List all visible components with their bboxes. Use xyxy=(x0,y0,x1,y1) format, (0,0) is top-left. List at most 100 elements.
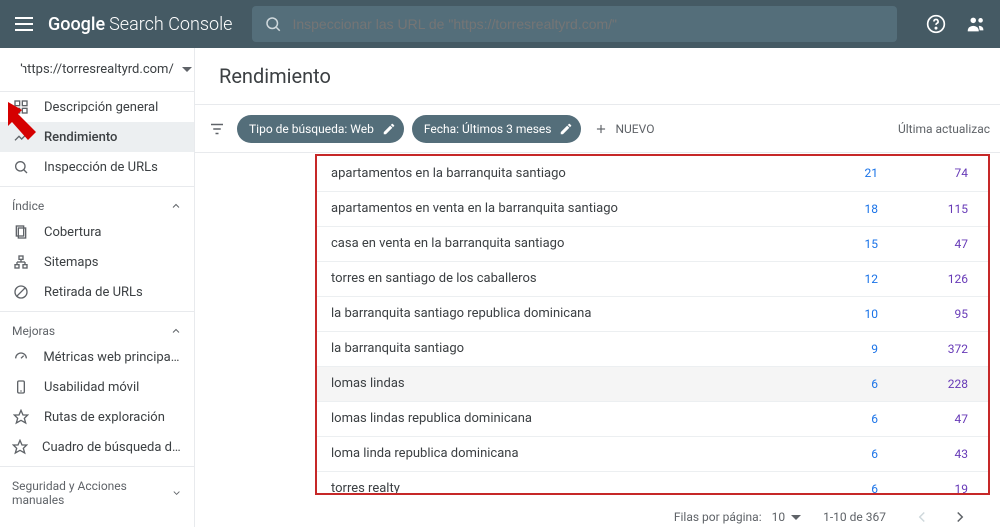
pager-next-button[interactable] xyxy=(946,503,974,527)
sidebar-item-coverage[interactable]: Cobertura xyxy=(0,217,194,247)
sidebar-item-label: Inspección de URLs xyxy=(44,160,158,175)
rows-per-page-label: Filas por página: xyxy=(674,510,762,524)
impressions-cell: 47 xyxy=(898,401,988,436)
pencil-icon xyxy=(559,122,573,136)
chevron-down-icon xyxy=(791,515,801,520)
table-row[interactable]: la barranquita santiago9372 xyxy=(317,331,988,366)
sidebar-item-label: Retirada de URLs xyxy=(44,285,143,300)
impressions-cell: 115 xyxy=(898,191,988,226)
table-row[interactable]: casa en venta en la barranquita santiago… xyxy=(317,226,988,261)
performance-icon xyxy=(12,128,30,146)
chip-label: Tipo de búsqueda: Web xyxy=(249,122,374,136)
search-icon xyxy=(12,158,30,176)
app-header: Google Search Console xyxy=(0,0,1000,48)
mobile-icon xyxy=(12,378,30,396)
clicks-cell: 6 xyxy=(808,401,898,436)
search-input[interactable] xyxy=(292,16,885,32)
table-row[interactable]: la barranquita santiago republica domini… xyxy=(317,296,988,331)
chevron-up-icon xyxy=(170,200,182,212)
content-area: apartamentos en la barranquita santiago2… xyxy=(195,153,1000,527)
page-title: Rendimiento xyxy=(195,48,1000,105)
chip-search-type[interactable]: Tipo de búsqueda: Web xyxy=(237,115,404,143)
sidebar-item-overview[interactable]: Descripción general xyxy=(0,92,194,122)
clicks-cell: 6 xyxy=(808,436,898,471)
sidebar-item-url-inspection[interactable]: Inspección de URLs xyxy=(0,152,194,182)
filters-bar: Tipo de búsqueda: Web Fecha: Últimos 3 m… xyxy=(195,105,1000,153)
clicks-cell: 18 xyxy=(808,191,898,226)
impressions-cell: 126 xyxy=(898,261,988,296)
sidebar-item-breadcrumbs[interactable]: Rutas de exploración xyxy=(0,402,194,432)
query-cell: casa en venta en la barranquita santiago xyxy=(317,226,808,261)
menu-icon[interactable] xyxy=(12,12,36,36)
sidebar-item-core-web-vitals[interactable]: Métricas web principales xyxy=(0,342,194,372)
sitemaps-icon xyxy=(12,253,30,271)
breadcrumb-icon xyxy=(12,408,30,426)
searchbox-icon xyxy=(12,438,28,456)
impressions-cell: 47 xyxy=(898,226,988,261)
sidebar-item-label: Usabilidad móvil xyxy=(44,380,139,395)
sidebar-item-label: Cuadro de búsqueda de enlaces de sitio xyxy=(42,440,182,455)
sidebar-item-sitelinks-searchbox[interactable]: Cuadro de búsqueda de enlaces de sitio xyxy=(0,432,194,462)
filter-icon[interactable] xyxy=(205,117,229,141)
chevron-up-icon xyxy=(170,325,182,337)
rows-per-page-select[interactable]: 10 xyxy=(772,510,802,524)
section-index[interactable]: Índice xyxy=(0,191,194,217)
query-cell: apartamentos en la barranquita santiago xyxy=(317,156,808,191)
sidebar: https://torresrealtyrd.com/ Descripción … xyxy=(0,48,195,527)
sidebar-item-mobile-usability[interactable]: Usabilidad móvil xyxy=(0,372,194,402)
impressions-cell: 74 xyxy=(898,156,988,191)
table-pager: Filas por página: 10 1-10 de 367 xyxy=(315,495,990,527)
brand-logo: Google Search Console xyxy=(48,14,232,35)
table-row[interactable]: lomas lindas republica dominicana647 xyxy=(317,401,988,436)
users-icon[interactable] xyxy=(964,12,988,36)
impressions-cell: 43 xyxy=(898,436,988,471)
sidebar-item-sitemaps[interactable]: Sitemaps xyxy=(0,247,194,277)
pager-prev-button[interactable] xyxy=(908,503,936,527)
table-row[interactable]: torres en santiago de los caballeros1212… xyxy=(317,261,988,296)
query-cell: lomas lindas xyxy=(317,366,808,401)
sidebar-item-label: Cobertura xyxy=(44,225,101,240)
clicks-cell: 6 xyxy=(808,366,898,401)
table-row[interactable]: apartamentos en venta en la barranquita … xyxy=(317,191,988,226)
plus-icon xyxy=(593,121,609,137)
table-row[interactable]: loma linda republica dominicana643 xyxy=(317,436,988,471)
sidebar-item-label: Sitemaps xyxy=(44,255,99,270)
query-cell: torres en santiago de los caballeros xyxy=(317,261,808,296)
sidebar-item-label: Descripción general xyxy=(44,100,158,115)
section-enhancements[interactable]: Mejoras xyxy=(0,316,194,342)
help-icon[interactable] xyxy=(924,12,948,36)
overview-icon xyxy=(12,98,30,116)
query-cell: la barranquita santiago xyxy=(317,331,808,366)
pager-range-label: 1-10 de 367 xyxy=(823,510,886,524)
table-row[interactable]: lomas lindas6228 xyxy=(317,366,988,401)
sidebar-item-performance[interactable]: Rendimiento xyxy=(0,122,194,152)
chip-date[interactable]: Fecha: Últimos 3 meses xyxy=(412,115,582,143)
query-cell: lomas lindas republica dominicana xyxy=(317,401,808,436)
add-filter-button[interactable]: NUEVO xyxy=(593,121,654,137)
clicks-cell: 15 xyxy=(808,226,898,261)
query-cell: loma linda republica dominicana xyxy=(317,436,808,471)
clicks-cell: 10 xyxy=(808,296,898,331)
impressions-cell: 19 xyxy=(898,471,988,495)
removals-icon xyxy=(12,283,30,301)
property-url: https://torresrealtyrd.com/ xyxy=(20,62,174,77)
section-security[interactable]: Seguridad y Acciones manuales xyxy=(0,471,194,511)
sidebar-item-label: Rutas de exploración xyxy=(44,410,165,425)
property-selector[interactable]: https://torresrealtyrd.com/ xyxy=(0,48,194,92)
query-cell: apartamentos en venta en la barranquita … xyxy=(317,191,808,226)
divider xyxy=(0,186,194,187)
url-inspect-search[interactable] xyxy=(252,6,897,42)
clicks-cell: 21 xyxy=(808,156,898,191)
table-row[interactable]: apartamentos en la barranquita santiago2… xyxy=(317,156,988,191)
chevron-down-icon xyxy=(182,67,192,72)
section-label: Índice xyxy=(12,199,44,213)
chevron-down-icon xyxy=(171,487,182,499)
table-row[interactable]: torres realty619 xyxy=(317,471,988,495)
query-cell: la barranquita santiago republica domini… xyxy=(317,296,808,331)
clicks-cell: 12 xyxy=(808,261,898,296)
sidebar-item-label: Rendimiento xyxy=(44,130,117,145)
new-label: NUEVO xyxy=(615,122,654,136)
impressions-cell: 372 xyxy=(898,331,988,366)
pencil-icon xyxy=(382,122,396,136)
sidebar-item-removals[interactable]: Retirada de URLs xyxy=(0,277,194,307)
